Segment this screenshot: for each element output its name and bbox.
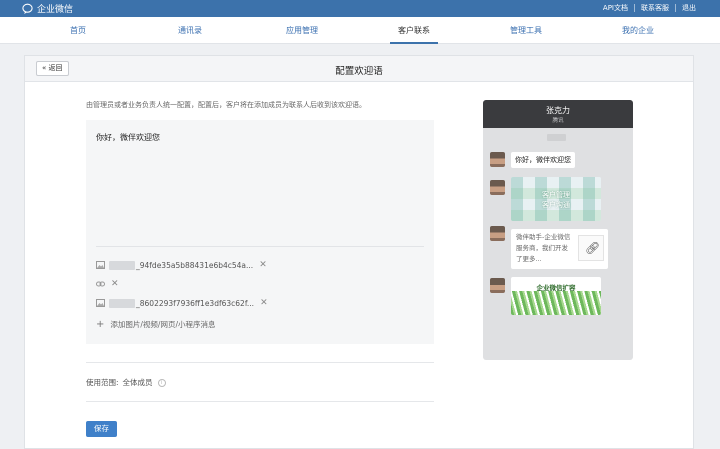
nav-home[interactable]: 首页 bbox=[38, 17, 118, 44]
divider bbox=[86, 362, 434, 363]
nav-customer-contact[interactable]: 客户联系 bbox=[374, 17, 454, 44]
image-icon bbox=[96, 261, 105, 269]
link-thumbnail: 🔗︎ bbox=[578, 235, 604, 261]
attachment-name: _8602293f7936ff1e3df63c62f... bbox=[136, 298, 255, 308]
link-icon: 🔗︎ bbox=[585, 241, 601, 255]
image-caption-line: 客户沟通 bbox=[542, 201, 570, 209]
chat-header: 张克力 腾讯 bbox=[483, 100, 633, 128]
scope-value[interactable]: 全体成员 bbox=[123, 377, 153, 388]
image-caption: 客户管理 客户沟通 bbox=[511, 190, 601, 210]
panel-header: « 返回 配置欢迎语 bbox=[25, 56, 693, 82]
scope-label: 使用范围: bbox=[86, 378, 119, 387]
logout-link[interactable]: 退出 bbox=[682, 3, 696, 13]
contact-name: 张克力 bbox=[546, 106, 570, 115]
contact-support-link[interactable]: 联系客服 bbox=[641, 3, 669, 13]
top-bar: 企业微信 API文档 联系客服 退出 bbox=[0, 0, 720, 17]
divider bbox=[86, 401, 434, 402]
preview-image-message: 企业微信扩容 bbox=[511, 277, 601, 315]
add-attachment-label: 添加图片/视频/网页/小程序消息 bbox=[110, 320, 216, 329]
page-title: 配置欢迎语 bbox=[335, 66, 383, 77]
avatar bbox=[490, 226, 505, 241]
welcome-config-panel: « 返回 配置欢迎语 由管理员或者业务负责人统一配置，配置后，客户将在添加成员为… bbox=[24, 55, 694, 449]
nav-my-enterprise[interactable]: 我的企业 bbox=[598, 17, 678, 44]
timestamp-pill bbox=[547, 134, 566, 141]
phone-preview: 张克力 腾讯 你好，微伴欢迎您 客户管理 客户沟通 微伴助手-企业微信服务商，我… bbox=[483, 100, 633, 360]
link-icon bbox=[96, 281, 105, 287]
brand[interactable]: 企业微信 bbox=[22, 2, 73, 15]
add-attachment-button[interactable]: + 添加图片/视频/网页/小程序消息 bbox=[96, 319, 215, 330]
image-icon bbox=[96, 299, 105, 307]
attachment-item: _8602293f7936ff1e3df63c62f... ✕ bbox=[96, 297, 268, 309]
save-button[interactable]: 保存 bbox=[86, 421, 117, 437]
usage-scope: 使用范围: 全体成员 i bbox=[86, 377, 166, 388]
api-docs-link[interactable]: API文档 bbox=[603, 3, 628, 13]
avatar bbox=[490, 180, 505, 195]
plus-icon: + bbox=[96, 318, 105, 330]
preview-link-message: 微伴助手-企业微信服务商，我们开发了更多... 🔗︎ bbox=[511, 229, 608, 269]
nav-contacts[interactable]: 通讯录 bbox=[150, 17, 230, 44]
avatar bbox=[490, 152, 505, 167]
welcome-message-editor[interactable]: 你好，微伴欢迎您 _94fde35a5b88431e6b4c54a... ✕ ✕ bbox=[86, 120, 434, 344]
nav-app-management[interactable]: 应用管理 bbox=[262, 17, 342, 44]
close-icon[interactable]: ✕ bbox=[259, 259, 267, 271]
info-icon[interactable]: i bbox=[157, 378, 166, 387]
preview-text-message: 你好，微伴欢迎您 bbox=[511, 152, 575, 168]
preview-image-message: 客户管理 客户沟通 bbox=[511, 177, 601, 221]
grass-image bbox=[511, 291, 601, 315]
brand-name: 企业微信 bbox=[37, 5, 74, 15]
close-icon[interactable]: ✕ bbox=[111, 278, 119, 290]
top-links: API文档 联系客服 退出 bbox=[603, 3, 696, 13]
main-nav: 首页 通讯录 应用管理 客户联系 管理工具 我的企业 bbox=[0, 17, 720, 44]
chat-bubble-icon bbox=[22, 3, 33, 14]
link-description: 微伴助手-企业微信服务商，我们开发了更多... bbox=[516, 233, 571, 263]
divider bbox=[675, 4, 676, 12]
page-description: 由管理员或者业务负责人统一配置，配置后，客户将在添加成员为联系人后收到该欢迎语。 bbox=[86, 101, 366, 109]
blurred-thumbnail bbox=[109, 260, 135, 270]
close-icon[interactable]: ✕ bbox=[260, 297, 268, 309]
attachment-item: _94fde35a5b88431e6b4c54a... ✕ bbox=[96, 259, 267, 271]
divider bbox=[96, 246, 424, 247]
welcome-text[interactable]: 你好，微伴欢迎您 bbox=[96, 132, 160, 143]
blurred-thumbnail bbox=[109, 298, 135, 308]
avatar bbox=[490, 278, 505, 293]
attachment-name: _94fde35a5b88431e6b4c54a... bbox=[136, 260, 254, 270]
attachment-item: ✕ bbox=[96, 278, 119, 290]
nav-management-tools[interactable]: 管理工具 bbox=[486, 17, 566, 44]
image-caption-line: 客户管理 bbox=[542, 191, 570, 199]
contact-org: 腾讯 bbox=[552, 118, 564, 124]
divider bbox=[634, 4, 635, 12]
